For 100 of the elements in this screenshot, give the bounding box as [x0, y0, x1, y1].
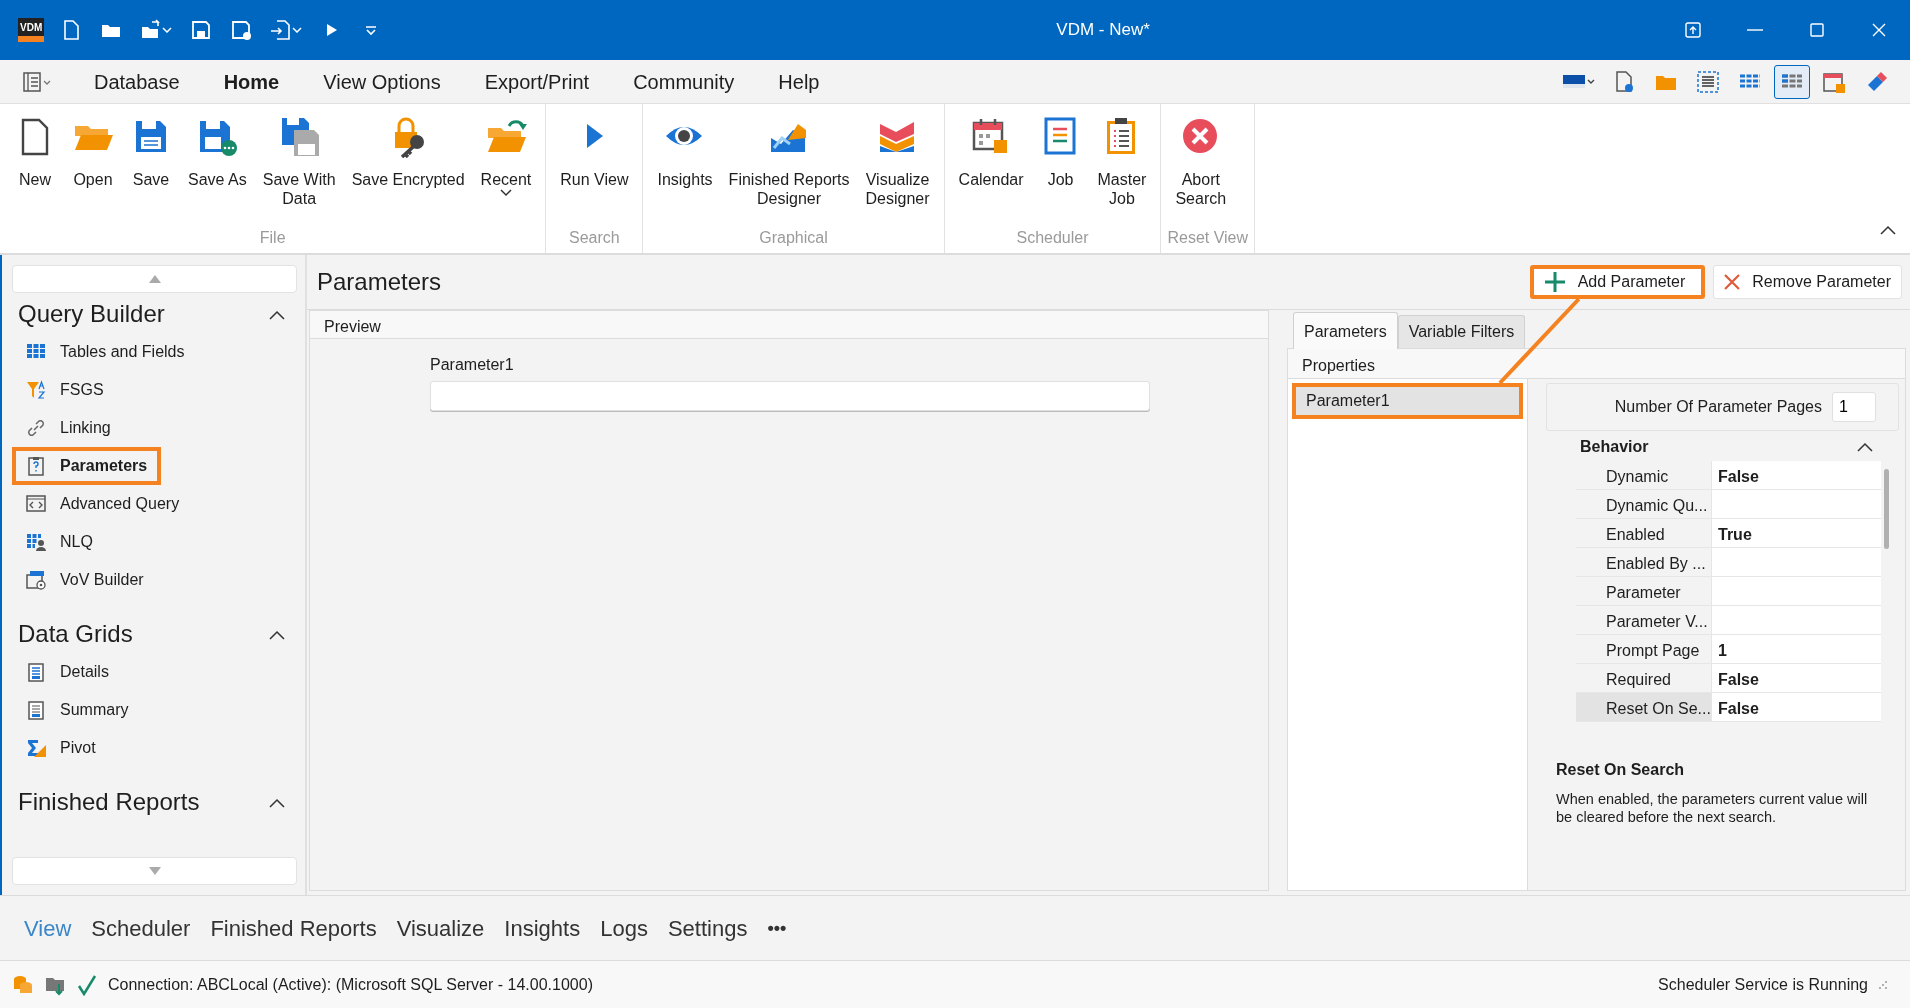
section-title: Data Grids	[18, 619, 133, 649]
ribbon-button[interactable]: Run View	[552, 112, 637, 224]
sidebar-item[interactable]: Parameters	[12, 447, 162, 485]
document-list-icon	[22, 70, 52, 93]
chevron-up-icon	[269, 309, 285, 320]
input-field[interactable]	[430, 381, 1150, 411]
scrollbar[interactable]	[1884, 469, 1889, 549]
sidebar-item[interactable]: Tables and Fields	[12, 333, 199, 371]
bottom-tab[interactable]: Finished Reports	[200, 907, 387, 949]
sidebar-item[interactable]: Pivot	[12, 729, 110, 767]
folder-arrow-icon	[140, 19, 163, 41]
menu-tab[interactable]: View Options	[305, 62, 459, 101]
plus-icon	[1543, 271, 1566, 293]
property-value[interactable]: False	[1712, 693, 1881, 721]
category-header[interactable]: Behavior	[1546, 433, 1881, 461]
number-field[interactable]: 1	[1832, 392, 1876, 422]
group-caption: File	[258, 228, 287, 248]
section-title: Query Builder	[18, 299, 165, 329]
description-text: When enabled, the parameters current value will be cleared before the next search.	[1556, 790, 1869, 826]
ribbon-button[interactable]: Abort Search	[1167, 112, 1235, 224]
remove-button[interactable]: Remove Parameter	[1713, 265, 1902, 299]
save-icon	[190, 19, 213, 41]
document-icon	[26, 700, 46, 720]
property-value-field[interactable]	[1712, 606, 1881, 634]
ribbon-button[interactable]: Insights	[649, 112, 721, 224]
add-button[interactable]: Add Parameter	[1529, 265, 1706, 299]
ribbon-button[interactable]: Save As	[180, 112, 255, 224]
sidebar-item[interactable]: FSGS	[12, 371, 118, 409]
group-caption: Scheduler	[1015, 228, 1090, 248]
bottom-tab[interactable]: Logs	[590, 907, 658, 949]
dashed-list-icon	[1696, 69, 1720, 94]
ribbon-button[interactable]: Master Job	[1089, 112, 1155, 224]
code-window-icon	[26, 494, 46, 514]
tab[interactable]: Parameters	[1293, 312, 1398, 349]
ribbon-button[interactable]: New	[6, 112, 64, 224]
ribbon-button[interactable]: Calendar	[950, 112, 1032, 224]
document-icon	[26, 662, 46, 682]
window-eye-icon	[26, 570, 46, 590]
panel-header: Properties	[1288, 349, 1905, 379]
sigma-icon	[26, 738, 46, 758]
property-value-field[interactable]	[1712, 577, 1881, 605]
field-label: Parameter1	[430, 355, 515, 375]
property-value[interactable]: 1	[1712, 635, 1881, 663]
grid-person-icon	[26, 532, 46, 552]
caret-icon	[162, 27, 173, 33]
tab[interactable]: Variable Filters	[1397, 315, 1526, 348]
sidebar-item[interactable]: Advanced Query	[12, 485, 194, 523]
ribbon-button[interactable]: Job	[1031, 112, 1090, 224]
chevron-up-icon	[1880, 224, 1896, 235]
property-value-field[interactable]	[1712, 490, 1881, 518]
property-name[interactable]: Reset On Se...	[1576, 693, 1712, 721]
funnel-az-icon	[26, 380, 46, 400]
ribbon-button[interactable]: Save	[122, 112, 180, 224]
app-logo: VDM	[18, 18, 45, 42]
list-item[interactable]: Parameter1	[1292, 383, 1523, 419]
bottom-tab[interactable]: Insights	[494, 907, 591, 949]
property-value[interactable]: False	[1712, 664, 1881, 692]
ribbon-button[interactable]: Save With Data	[254, 112, 344, 224]
menu-tab[interactable]: Database	[76, 62, 198, 101]
caret-icon	[292, 27, 303, 33]
sidebar-item[interactable]: Linking	[12, 409, 125, 447]
chevron-up-icon	[1857, 442, 1873, 452]
bottom-tab[interactable]: Settings	[657, 907, 758, 949]
bottom-tab[interactable]: Visualize	[386, 907, 495, 949]
menu-tab[interactable]: Community	[615, 62, 753, 101]
ribbon-button[interactable]: Recent	[472, 112, 540, 224]
ribbon-button[interactable]: Open	[64, 112, 122, 224]
chevron-up-icon	[269, 629, 285, 640]
import-icon	[270, 19, 293, 41]
menu-tab[interactable]: Export/Print	[466, 62, 608, 101]
sidebar-item[interactable]: Details	[12, 653, 123, 691]
triangle-down-icon	[148, 867, 161, 875]
section-title: Finished Reports	[18, 787, 200, 817]
ribbon-button[interactable]: Save Encrypted	[343, 112, 473, 224]
window-title: VDM - New*	[1056, 19, 1150, 42]
property-value-field[interactable]	[1712, 548, 1881, 576]
property-value[interactable]: True	[1712, 519, 1881, 547]
field-label: Number Of Parameter Pages	[1614, 397, 1822, 417]
link-icon	[26, 418, 46, 438]
database-stack-icon	[12, 973, 34, 996]
property-value[interactable]: False	[1712, 461, 1881, 489]
ribbon-button[interactable]: Finished Reports Designer	[720, 112, 858, 224]
menu-tab[interactable]: Help	[760, 62, 838, 101]
group-caption: Graphical	[758, 228, 829, 248]
restore-icon	[1683, 20, 1703, 40]
bottom-tab[interactable]: Scheduler	[81, 907, 201, 949]
clipboard-question-icon	[26, 456, 46, 476]
grid-button[interactable]	[1774, 64, 1810, 99]
ribbon-button[interactable]: Visualize Designer	[857, 112, 938, 224]
sidebar-item[interactable]: Summary	[12, 691, 143, 729]
maximize-icon	[1807, 20, 1827, 40]
more-button[interactable]: •••	[757, 910, 797, 946]
page-title: Parameters	[317, 267, 442, 297]
group-caption: Reset View	[1167, 228, 1249, 248]
service-status: Scheduler Service is Running	[1658, 974, 1868, 995]
sidebar-item[interactable]: NLQ	[12, 523, 107, 561]
sidebar-item[interactable]: VoV Builder	[12, 561, 158, 599]
import-button[interactable]	[268, 17, 305, 43]
triangle-up-icon	[148, 275, 161, 283]
resize-grip-icon	[1878, 979, 1888, 990]
